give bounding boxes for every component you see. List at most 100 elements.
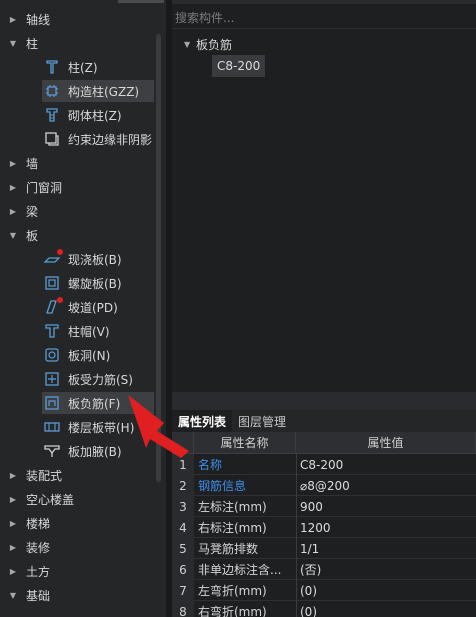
tree-category-earthwork[interactable]: ▶ 土方 — [0, 559, 156, 583]
foundation-beam-icon — [42, 611, 62, 617]
chevron-down-icon: ▼ — [9, 590, 17, 600]
property-name[interactable]: 名称 — [198, 454, 294, 475]
tree-category-stairs[interactable]: ▶ 楼梯 — [0, 511, 156, 535]
tree-category-slab[interactable]: ▼ 板 — [0, 223, 156, 247]
property-name: 右标注(mm) — [198, 521, 267, 535]
property-name: 马凳筋排数 — [198, 542, 259, 556]
tree-category-beam[interactable]: ▶ 梁 — [0, 199, 156, 223]
tree-category-openings[interactable]: ▶ 门窗洞 — [0, 175, 156, 199]
property-value[interactable]: (0) — [296, 601, 472, 617]
tree-item-spiral-slab[interactable]: 螺旋板(B) — [42, 272, 154, 294]
tree-category-label: 墙 — [26, 156, 39, 171]
property-value[interactable]: C8-200 — [296, 454, 472, 475]
chevron-right-icon: ▶ — [9, 542, 17, 552]
table-row[interactable]: 2 钢筋信息 ⌀8@200 — [172, 475, 476, 496]
table-row[interactable]: 3 左标注(mm) 900 — [172, 496, 476, 517]
chevron-right-icon: ▶ — [9, 14, 17, 24]
tree-category-label: 装修 — [26, 540, 51, 555]
property-tabs: 属性列表 图层管理 — [172, 410, 476, 432]
tree-category-foundation[interactable]: ▼ 基础 — [0, 583, 156, 607]
table-row[interactable]: 5 马凳筋排数 1/1 — [172, 538, 476, 559]
tree-item-construction-column[interactable]: 构造柱(GZZ) — [42, 80, 154, 102]
tab-layer-management[interactable]: 图层管理 — [232, 410, 292, 432]
property-value[interactable]: 1200 — [296, 517, 472, 538]
tree-item-column-cap[interactable]: 柱帽(V) — [42, 320, 154, 342]
component-item-c8-200[interactable]: C8-200 — [212, 55, 266, 77]
property-value[interactable]: 900 — [296, 496, 472, 517]
slab-negative-rebar-icon — [42, 395, 62, 411]
slab-rebar-icon — [42, 371, 62, 387]
chevron-right-icon: ▶ — [9, 470, 17, 480]
tree-item-foundation-beam-partial[interactable] — [42, 608, 154, 617]
column-cap-icon — [42, 323, 62, 339]
tree-item-slab-rebar[interactable]: 板受力筋(S) — [42, 368, 154, 390]
tree-category-label: 空心楼盖 — [26, 492, 75, 507]
property-value[interactable]: 1/1 — [296, 538, 472, 559]
row-index: 7 — [172, 580, 194, 601]
tree-category-hollow-floor[interactable]: ▶ 空心楼盖 — [0, 487, 156, 511]
component-group-slab-negative-rebar[interactable]: ▼ 板负筋 — [184, 34, 232, 54]
slab-hole-icon — [42, 347, 62, 363]
table-row[interactable]: 8 右弯折(mm) (0) — [172, 601, 476, 617]
status-dot — [57, 249, 63, 255]
tree-category-decoration[interactable]: ▶ 装修 — [0, 535, 156, 559]
tree-category-prefab[interactable]: ▶ 装配式 — [0, 463, 156, 487]
column-icon — [42, 59, 62, 75]
row-index: 5 — [172, 538, 194, 559]
component-tree-panel: ▶ 轴线 ▼ 柱 柱(Z) 构造柱(GZZ) 砌体柱(Z) 约束边缘非阴影 ▶ … — [0, 0, 166, 617]
grid-header-index — [172, 432, 194, 454]
row-index: 6 — [172, 559, 194, 580]
property-grid: 属性名称 属性值 1 名称 C8-200 2 钢筋信息 ⌀8@200 3 左标注(mm) 900… — [172, 432, 476, 617]
horizontal-splitter[interactable] — [172, 392, 476, 410]
slab-haunch-icon — [42, 443, 62, 459]
property-name[interactable]: 钢筋信息 — [198, 475, 294, 496]
tree-category-label: 楼梯 — [26, 516, 51, 531]
grid-header-value[interactable]: 属性值 — [296, 432, 476, 454]
tree-item-cast-slab[interactable]: 现浇板(B) — [42, 248, 154, 270]
table-row[interactable]: 1 名称 C8-200 — [172, 454, 476, 475]
table-row[interactable]: 4 右标注(mm) 1200 — [172, 517, 476, 538]
row-index: 2 — [172, 475, 194, 496]
masonry-column-icon — [42, 107, 62, 123]
tree-item-column[interactable]: 柱(Z) — [42, 56, 154, 78]
tree-item-label: 板加腋(B) — [68, 444, 122, 459]
tree-item-label: 构造柱(GZZ) — [68, 84, 140, 99]
property-value[interactable]: ⌀8@200 — [296, 475, 472, 496]
tree-item-label: 螺旋板(B) — [68, 276, 122, 291]
tree-category-label: 梁 — [26, 204, 39, 219]
chevron-right-icon: ▶ — [9, 566, 17, 576]
property-name: 右弯折(mm) — [198, 605, 267, 617]
tree-item-label: 板洞(N) — [68, 348, 111, 363]
row-index: 4 — [172, 517, 194, 538]
tree-category-axis[interactable]: ▶ 轴线 — [0, 7, 156, 31]
tree-item-slab-negative-rebar[interactable]: 板负筋(F) — [42, 392, 154, 414]
status-dot — [57, 297, 63, 303]
tree-item-masonry-column[interactable]: 砌体柱(Z) — [42, 104, 154, 126]
tree-item-slab-hole[interactable]: 板洞(N) — [42, 344, 154, 366]
search-input[interactable] — [175, 10, 465, 25]
component-list: ▼ 板负筋 C8-200 — [172, 30, 476, 390]
table-row[interactable]: 6 非单边标注含... (否) — [172, 559, 476, 580]
tree-category-label: 基础 — [26, 588, 51, 603]
tab-property-list[interactable]: 属性列表 — [172, 410, 233, 432]
tree-item-label: 约束边缘非阴影 — [68, 132, 153, 147]
tree-item-edge-constraint[interactable]: 约束边缘非阴影 — [42, 128, 154, 150]
tree-item-label: 柱帽(V) — [68, 324, 110, 339]
tree-item-floor-strip[interactable]: 楼层板带(H) — [42, 416, 154, 438]
tree-category-label: 门窗洞 — [26, 180, 63, 195]
property-value[interactable]: (否) — [296, 559, 472, 580]
tree-category-wall[interactable]: ▶ 墙 — [0, 151, 156, 175]
property-value[interactable]: (0) — [296, 580, 472, 601]
table-row[interactable]: 7 左弯折(mm) (0) — [172, 580, 476, 601]
property-name: 左弯折(mm) — [198, 584, 267, 598]
tree-category-column[interactable]: ▼ 柱 — [0, 31, 156, 55]
tree-item-slab-haunch[interactable]: 板加腋(B) — [42, 440, 154, 462]
cast-slab-icon — [42, 249, 63, 267]
tree-item-label: 板受力筋(S) — [68, 372, 133, 387]
ramp-icon — [42, 297, 63, 315]
tree-item-ramp[interactable]: 坡道(PD) — [42, 296, 154, 318]
tree-category-label: 柱 — [26, 36, 39, 51]
grid-header-name[interactable]: 属性名称 — [194, 432, 296, 454]
tree-scrollbar[interactable] — [156, 34, 161, 482]
floor-strip-icon — [42, 419, 62, 435]
